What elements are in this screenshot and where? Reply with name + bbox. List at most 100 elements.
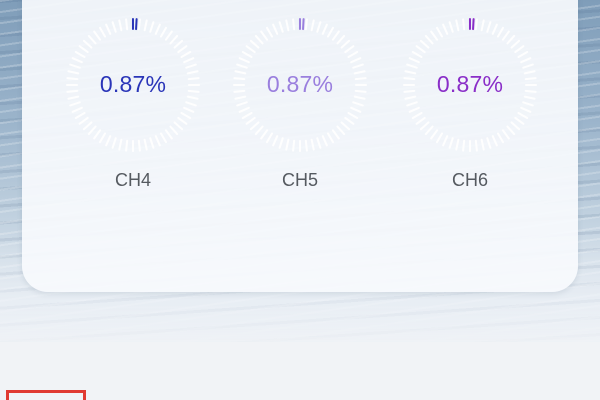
gauge-value: 0.87% xyxy=(436,71,504,97)
gauge-tick xyxy=(254,125,264,136)
gauge-tick xyxy=(517,51,529,58)
gauge-tick xyxy=(143,19,148,32)
gauge-tick xyxy=(419,121,430,131)
gauge-tick xyxy=(111,137,117,149)
gauge-tick xyxy=(517,112,529,119)
gauge-tick xyxy=(486,21,492,33)
gauge-tick xyxy=(491,135,498,147)
gauge-tick xyxy=(327,132,334,144)
gauge-tick xyxy=(74,112,86,119)
gauge-tick xyxy=(331,129,340,140)
gauge-tick xyxy=(260,30,269,41)
gauge-tick xyxy=(105,135,112,147)
gauge-ch4[interactable]: 0.87% CH4 xyxy=(63,15,203,205)
gauge-tick xyxy=(69,63,81,69)
gauge-tick xyxy=(310,19,315,32)
gauge-tick xyxy=(331,30,340,41)
gauge-tick xyxy=(474,139,478,152)
gauge-tick xyxy=(164,30,173,41)
gauge-tick xyxy=(436,26,443,38)
gauge-tick xyxy=(185,63,197,69)
gauge-ch6[interactable]: 0.87% CH6 xyxy=(400,15,540,205)
gauge-tick xyxy=(448,137,454,149)
gauge-tick xyxy=(105,23,112,35)
gauge-tick xyxy=(137,139,141,152)
gauge-tick xyxy=(310,138,315,151)
gauge-level-marker xyxy=(472,18,475,31)
gauge-tick xyxy=(137,18,141,31)
gauge-tick xyxy=(350,106,362,113)
gauge-tick xyxy=(514,45,525,54)
gauge-tick xyxy=(71,57,83,64)
gauge-tick xyxy=(340,39,351,49)
gauge-tick xyxy=(506,125,516,136)
gauge-tick xyxy=(82,121,93,131)
gauge-tick xyxy=(344,116,355,125)
gauge-tick xyxy=(266,132,273,144)
gauge-tick xyxy=(160,26,167,38)
gauge-tick xyxy=(462,18,466,31)
gauge-tick xyxy=(272,135,279,147)
gauge-tick xyxy=(406,63,418,69)
gauge-tick xyxy=(304,139,308,152)
gauge-tick xyxy=(254,34,264,45)
gauge-tick xyxy=(520,106,532,113)
gauge-tick xyxy=(336,34,346,45)
gauge-tick xyxy=(278,137,284,149)
channel-card: 0.87% CH4 0.87% CH5 0.87% CH6 xyxy=(22,0,578,292)
gauge-tick xyxy=(169,34,179,45)
gauge-tick xyxy=(236,101,248,107)
gauge-tick xyxy=(292,139,296,152)
gauge-tick xyxy=(480,138,485,151)
gauge-tick xyxy=(442,23,449,35)
gauge-tick xyxy=(522,63,534,69)
gauge-tick xyxy=(442,135,449,147)
gauge-tick xyxy=(415,45,426,54)
gauge-tick xyxy=(177,116,188,125)
gauge-tick xyxy=(336,125,346,136)
gauge-tick xyxy=(501,30,510,41)
gauge-tick xyxy=(260,129,269,140)
channel-label: CH4 xyxy=(114,170,151,190)
gauge-tick xyxy=(118,138,123,151)
highlight-box xyxy=(6,390,86,400)
gauge-tick xyxy=(266,26,273,38)
gauge-tick xyxy=(183,57,195,64)
gauge-tick xyxy=(87,125,97,136)
gauge-tick xyxy=(514,116,525,125)
gauge-tick xyxy=(292,18,296,31)
gauge-tick xyxy=(173,121,184,131)
gauge-tick xyxy=(480,19,485,32)
gauge-tick xyxy=(316,21,322,33)
gauge-tick xyxy=(352,101,364,107)
gauge-tick xyxy=(154,135,161,147)
gauge-tick xyxy=(183,106,195,113)
gauge-tick xyxy=(285,138,290,151)
gauge-tick xyxy=(238,106,250,113)
gauge-value: 0.87% xyxy=(99,71,167,97)
gauge-tick xyxy=(236,63,248,69)
gauge-tick xyxy=(180,112,192,119)
gauge-tick xyxy=(241,51,253,58)
gauge-tick xyxy=(347,112,359,119)
gauge-tick xyxy=(424,34,434,45)
gauge-tick xyxy=(491,23,498,35)
gauge-tick xyxy=(436,132,443,144)
gauge-tick xyxy=(93,30,102,41)
gauge-tick xyxy=(462,139,466,152)
gauge-tick xyxy=(430,129,439,140)
bottom-area xyxy=(0,342,600,400)
gauge-tick xyxy=(411,112,423,119)
gauge-tick xyxy=(180,51,192,58)
gauge-tick xyxy=(424,125,434,136)
gauge-tick xyxy=(111,21,117,33)
gauge-tick xyxy=(321,135,328,147)
gauge-tick xyxy=(245,116,256,125)
gauge-tick xyxy=(510,121,521,131)
gauge-tick xyxy=(99,26,106,38)
gauge-tick xyxy=(304,18,308,31)
gauge-tick xyxy=(69,101,81,107)
gauge-ch5[interactable]: 0.87% CH5 xyxy=(230,15,370,205)
gauge-tick xyxy=(430,30,439,41)
gauge-tick xyxy=(78,45,89,54)
